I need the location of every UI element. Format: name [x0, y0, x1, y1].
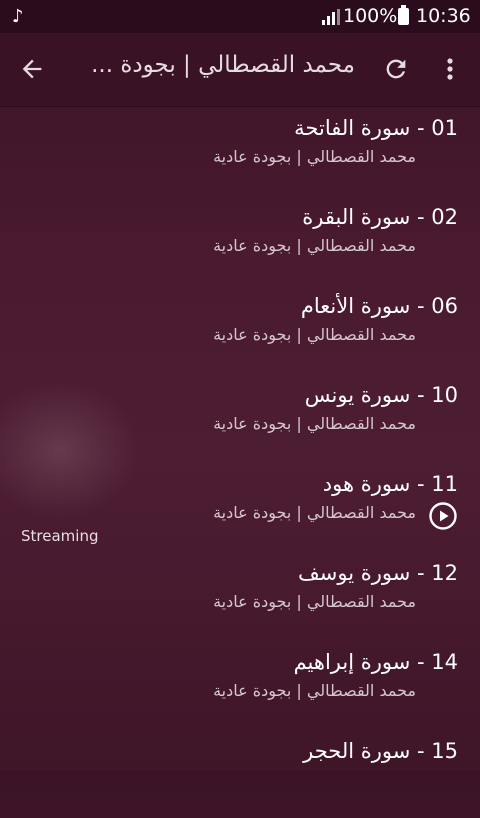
music-note-icon: ♪ [12, 6, 24, 27]
track-subtitle: محمد القصطالي | بجودة عادية [213, 681, 416, 700]
status-time: 10:36 [416, 5, 471, 27]
play-circle-icon[interactable] [428, 501, 458, 531]
list-item[interactable]: 02 - سورة البقرة محمد القصطالي | بجودة ع… [0, 195, 480, 284]
track-title: 02 - سورة البقرة [302, 205, 458, 229]
back-arrow-icon[interactable] [18, 55, 46, 83]
list-item[interactable]: 06 - سورة الأنعام محمد القصطالي | بجودة … [0, 284, 480, 373]
track-subtitle: محمد القصطالي | بجودة عادية [213, 325, 416, 344]
list-item[interactable]: 10 - سورة يونس محمد القصطالي | بجودة عاد… [0, 373, 480, 462]
more-vert-icon[interactable] [440, 55, 460, 83]
track-subtitle: محمد القصطالي | بجودة عادية [213, 503, 416, 522]
list-item[interactable]: 12 - سورة يوسف محمد القصطالي | بجودة عاد… [0, 551, 480, 640]
track-title: 15 - سورة الحجر [303, 739, 458, 763]
track-subtitle: محمد القصطالي | بجودة عادية [213, 236, 416, 255]
list-item[interactable]: 14 - سورة إبراهيم محمد القصطالي | بجودة … [0, 640, 480, 729]
track-list: 01 - سورة الفاتحة محمد القصطالي | بجودة … [0, 106, 480, 818]
battery-icon [398, 5, 409, 25]
streaming-label: Streaming [21, 527, 99, 545]
track-subtitle: محمد القصطالي | بجودة عادية [213, 414, 416, 433]
app-bar: محمد القصطالي | بجودة ... [0, 33, 480, 107]
track-title: 11 - سورة هود [322, 472, 458, 496]
signal-icon [322, 9, 340, 25]
list-item[interactable]: 15 - سورة الحجر [0, 729, 480, 818]
page-title: محمد القصطالي | بجودة ... [91, 52, 355, 78]
battery-percent: 100% [343, 5, 398, 27]
track-title: 10 - سورة يونس [304, 383, 458, 407]
list-item[interactable]: 01 - سورة الفاتحة محمد القصطالي | بجودة … [0, 106, 480, 195]
track-title: 01 - سورة الفاتحة [294, 116, 458, 140]
status-bar: ♪ 100% 10:36 [0, 0, 480, 33]
refresh-icon[interactable] [382, 55, 410, 83]
track-title: 06 - سورة الأنعام [300, 294, 458, 318]
track-subtitle: محمد القصطالي | بجودة عادية [213, 592, 416, 611]
track-title: 12 - سورة يوسف [298, 561, 458, 585]
track-title: 14 - سورة إبراهيم [293, 650, 458, 674]
track-subtitle: محمد القصطالي | بجودة عادية [213, 147, 416, 166]
